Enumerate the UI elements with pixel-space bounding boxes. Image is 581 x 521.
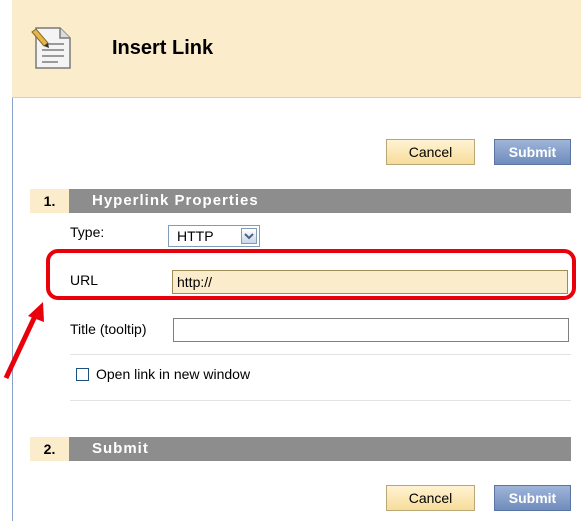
open-new-window-checkbox[interactable]: [76, 368, 89, 381]
type-select-value: HTTP: [177, 228, 214, 244]
divider: [70, 400, 571, 401]
title-tooltip-label: Title (tooltip): [70, 321, 147, 337]
cancel-button-bottom[interactable]: Cancel: [386, 485, 475, 511]
title-tooltip-input[interactable]: [173, 318, 569, 342]
document-edit-icon: [30, 24, 74, 75]
type-select[interactable]: HTTP: [168, 225, 260, 247]
dialog-header: Insert Link: [12, 0, 581, 98]
cancel-button-top[interactable]: Cancel: [386, 139, 475, 165]
chevron-down-icon[interactable]: [241, 228, 257, 244]
divider: [70, 354, 571, 355]
section-number: 2.: [30, 437, 69, 461]
open-new-window-label: Open link in new window: [96, 366, 251, 382]
page-title: Insert Link: [112, 37, 214, 59]
section-bar-hyperlink-properties: 1. Hyperlink Properties: [30, 189, 571, 213]
red-arrow-icon: [0, 300, 50, 383]
section-number: 1.: [30, 189, 69, 213]
submit-button-top[interactable]: Submit: [494, 139, 571, 165]
section-title: Submit: [92, 440, 149, 457]
url-label: URL: [70, 272, 99, 288]
section-title: Hyperlink Properties: [92, 192, 259, 209]
type-label: Type:: [70, 224, 105, 240]
submit-button-bottom[interactable]: Submit: [494, 485, 571, 511]
section-bar-submit: 2. Submit: [30, 437, 571, 461]
url-input[interactable]: [172, 270, 568, 294]
